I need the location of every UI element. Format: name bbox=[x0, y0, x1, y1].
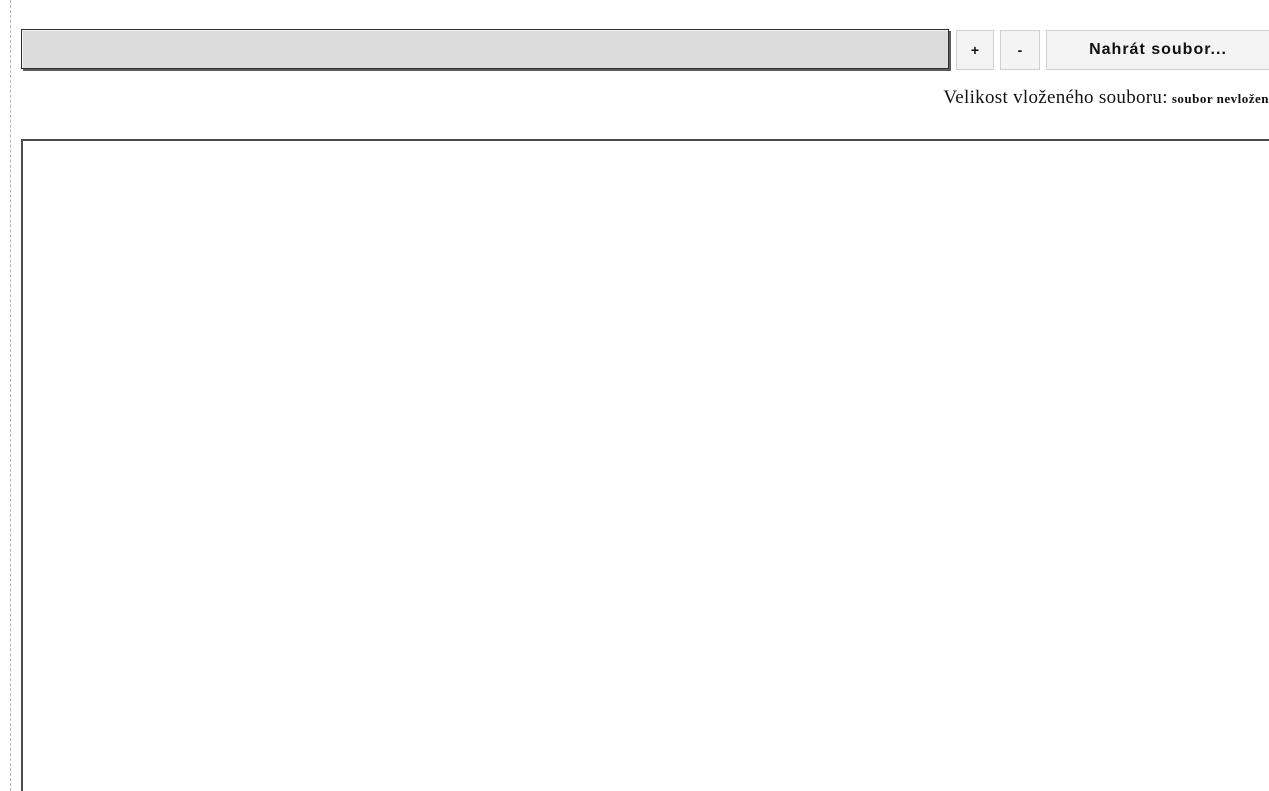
remove-file-button[interactable]: - bbox=[1000, 30, 1040, 70]
file-path-field[interactable] bbox=[21, 29, 949, 69]
upload-file-button[interactable]: Nahrát soubor... bbox=[1046, 30, 1269, 70]
add-file-button[interactable]: + bbox=[956, 30, 994, 70]
upload-page: + - Nahrát soubor... Velikost vloženého … bbox=[0, 0, 1269, 791]
file-size-label: Velikost vloženého souboru: bbox=[943, 87, 1168, 108]
file-preview-area bbox=[21, 139, 1269, 791]
left-guide-line bbox=[10, 0, 11, 791]
file-size-value: soubor nevložen bbox=[1171, 91, 1269, 106]
file-size-info: Velikost vloženého souboru: soubor nevlo… bbox=[943, 87, 1269, 109]
